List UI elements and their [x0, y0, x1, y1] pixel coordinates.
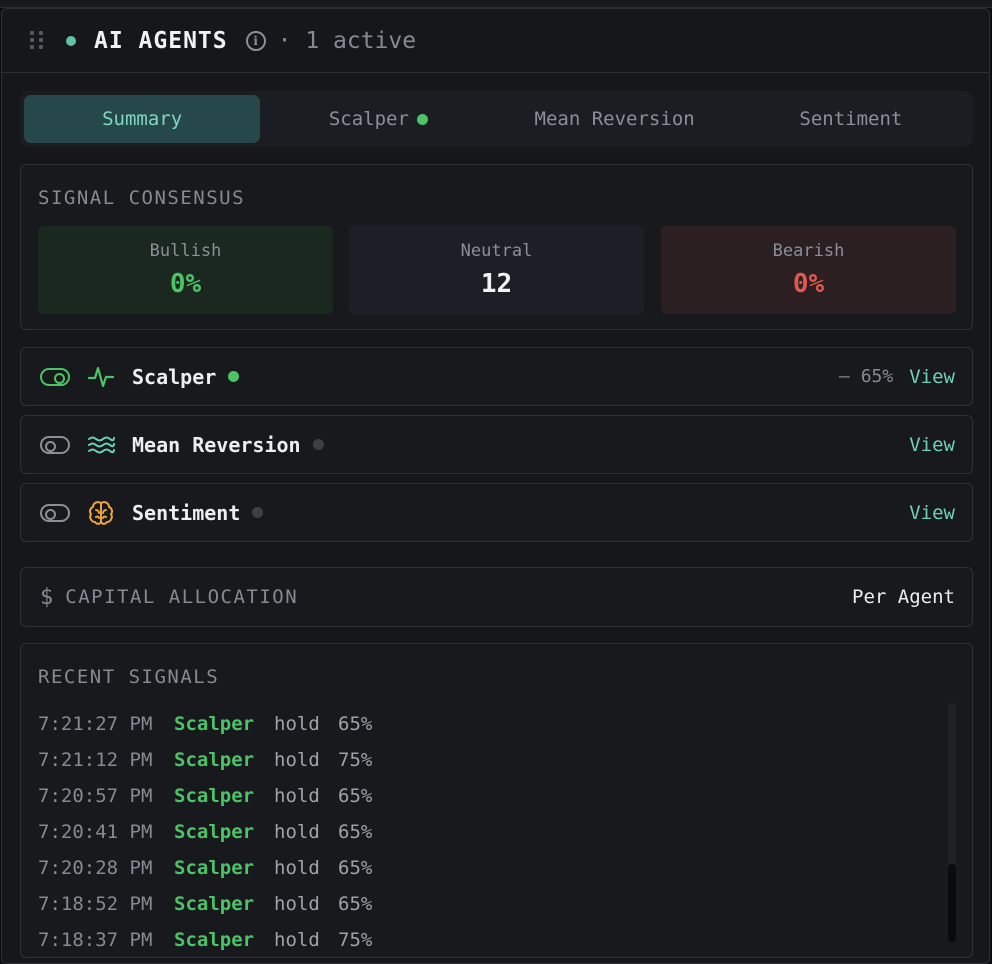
capital-allocation-label: CAPITAL ALLOCATION	[65, 586, 299, 608]
agent-row-mean-reversion: Mean Reversion View	[20, 415, 973, 474]
pulse-icon	[86, 362, 116, 392]
signal-agent: Scalper	[174, 785, 255, 807]
neutral-box: Neutral 12	[349, 226, 644, 314]
signal-row: 7:20:41 PM Scalper hold 65%	[38, 814, 372, 850]
agent-active-dot-mean-reversion	[312, 439, 324, 450]
tab-scalper-label: Scalper	[328, 108, 409, 130]
view-button-sentiment[interactable]: View	[909, 502, 955, 524]
signal-action: hold	[274, 821, 320, 843]
capital-allocation-value: Per Agent	[852, 586, 955, 608]
signal-confidence: 65%	[338, 893, 373, 915]
bearish-box: Bearish 0%	[661, 226, 956, 314]
signal-time: 7:20:28 PM	[38, 857, 153, 879]
info-icon[interactable]: i	[245, 30, 266, 51]
agent-name-scalper: Scalper	[132, 364, 217, 389]
top-strip	[0, 0, 992, 8]
signal-confidence: 65%	[338, 821, 373, 843]
agent-name-sentiment: Sentiment	[132, 500, 241, 525]
view-button-scalper[interactable]: View	[909, 366, 955, 388]
view-button-mean-reversion[interactable]: View	[909, 434, 955, 456]
bullish-label: Bullish	[149, 241, 222, 261]
signal-action: hold	[274, 893, 320, 915]
capital-allocation-row[interactable]: $ CAPITAL ALLOCATION Per Agent	[20, 567, 973, 627]
agent-toggle-mean-reversion[interactable]	[40, 435, 70, 454]
signal-row: 7:20:57 PM Scalper hold 65%	[38, 778, 372, 814]
signal-row: 7:21:12 PM Scalper hold 75%	[38, 742, 372, 778]
ai-agents-panel: AI AGENTS i · 1 active Summary Scalper M…	[1, 8, 990, 964]
signal-action: hold	[274, 749, 320, 771]
signal-agent: Scalper	[174, 749, 255, 771]
brain-icon	[86, 498, 116, 528]
signal-action: hold	[274, 713, 320, 735]
neutral-value: 12	[480, 269, 513, 299]
signal-action: hold	[274, 929, 320, 951]
drag-handle-icon[interactable]	[30, 30, 44, 51]
signal-time: 7:18:37 PM	[38, 929, 153, 951]
tab-bar: Summary Scalper Mean Reversion Sentiment	[20, 91, 973, 147]
signal-action: hold	[274, 857, 320, 879]
tab-summary-label: Summary	[102, 108, 183, 130]
active-count: · 1 active	[277, 27, 417, 54]
signal-consensus-card: SIGNAL CONSENSUS Bullish 0% Neutral 12 B…	[20, 164, 973, 330]
agent-toggle-sentiment[interactable]	[40, 503, 70, 522]
signal-confidence: 75%	[338, 749, 373, 771]
signals-scrollbar-thumb[interactable]	[948, 864, 956, 942]
signal-confidence: 75%	[338, 929, 373, 951]
signal-time: 7:20:41 PM	[38, 821, 153, 843]
recent-signals-label: RECENT SIGNALS	[38, 666, 220, 688]
panel-title: AI AGENTS	[94, 27, 228, 54]
dollar-icon: $	[40, 584, 54, 610]
signal-time: 7:21:27 PM	[38, 713, 153, 735]
signal-agent: Scalper	[174, 713, 255, 735]
signal-time: 7:18:52 PM	[38, 893, 153, 915]
signal-confidence: 65%	[338, 785, 373, 807]
signal-list: 7:21:27 PM Scalper hold 65% 7:21:12 PM Scalpe…	[38, 706, 373, 957]
status-dot	[66, 35, 76, 46]
waves-icon	[86, 430, 116, 460]
tab-summary[interactable]: Summary	[24, 95, 261, 143]
tab-sentiment-label: Sentiment	[799, 108, 903, 130]
agent-row-sentiment: Sentiment View	[20, 483, 973, 542]
agent-active-dot-sentiment	[252, 507, 264, 518]
neutral-label: Neutral	[460, 241, 533, 261]
signal-row: 7:20:28 PM Scalper hold 65%	[38, 850, 372, 886]
agent-active-dot-scalper	[228, 371, 240, 382]
signal-row: 7:21:27 PM Scalper hold 65%	[38, 706, 372, 742]
signal-time: 7:20:57 PM	[38, 785, 153, 807]
bullish-value: 0%	[169, 269, 202, 299]
tab-scalper[interactable]: Scalper	[260, 95, 496, 143]
recent-signals-card: RECENT SIGNALS 7:21:27 PM Scalper hold 65% 7…	[20, 643, 973, 958]
signal-action: hold	[274, 785, 320, 807]
signal-confidence: 65%	[338, 713, 373, 735]
tab-mean-reversion-label: Mean Reversion	[534, 108, 695, 130]
signal-row: 7:18:52 PM Scalper hold 65%	[38, 886, 372, 922]
bearish-label: Bearish	[772, 241, 845, 261]
signal-agent: Scalper	[174, 893, 255, 915]
signal-row: 7:18:37 PM Scalper hold 75%	[38, 922, 373, 957]
bullish-box: Bullish 0%	[38, 226, 333, 314]
signals-scrollbar[interactable]	[948, 702, 956, 942]
agent-name-mean-reversion: Mean Reversion	[132, 432, 301, 457]
signal-agent: Scalper	[174, 821, 255, 843]
signal-consensus-label: SIGNAL CONSENSUS	[38, 187, 246, 209]
signal-time: 7:21:12 PM	[38, 749, 153, 771]
agent-toggle-scalper[interactable]	[40, 367, 70, 386]
tab-sentiment[interactable]: Sentiment	[733, 95, 969, 143]
agent-row-scalper: Scalper — 65% View	[20, 347, 973, 406]
tab-mean-reversion[interactable]: Mean Reversion	[497, 95, 733, 143]
signal-agent: Scalper	[174, 857, 255, 879]
tab-scalper-active-dot	[416, 113, 428, 125]
signal-confidence: 65%	[338, 857, 373, 879]
signal-agent: Scalper	[174, 929, 255, 951]
bearish-value: 0%	[792, 269, 825, 299]
panel-header: AI AGENTS i · 1 active	[2, 9, 989, 73]
agent-meta-scalper: — 65%	[839, 366, 894, 387]
